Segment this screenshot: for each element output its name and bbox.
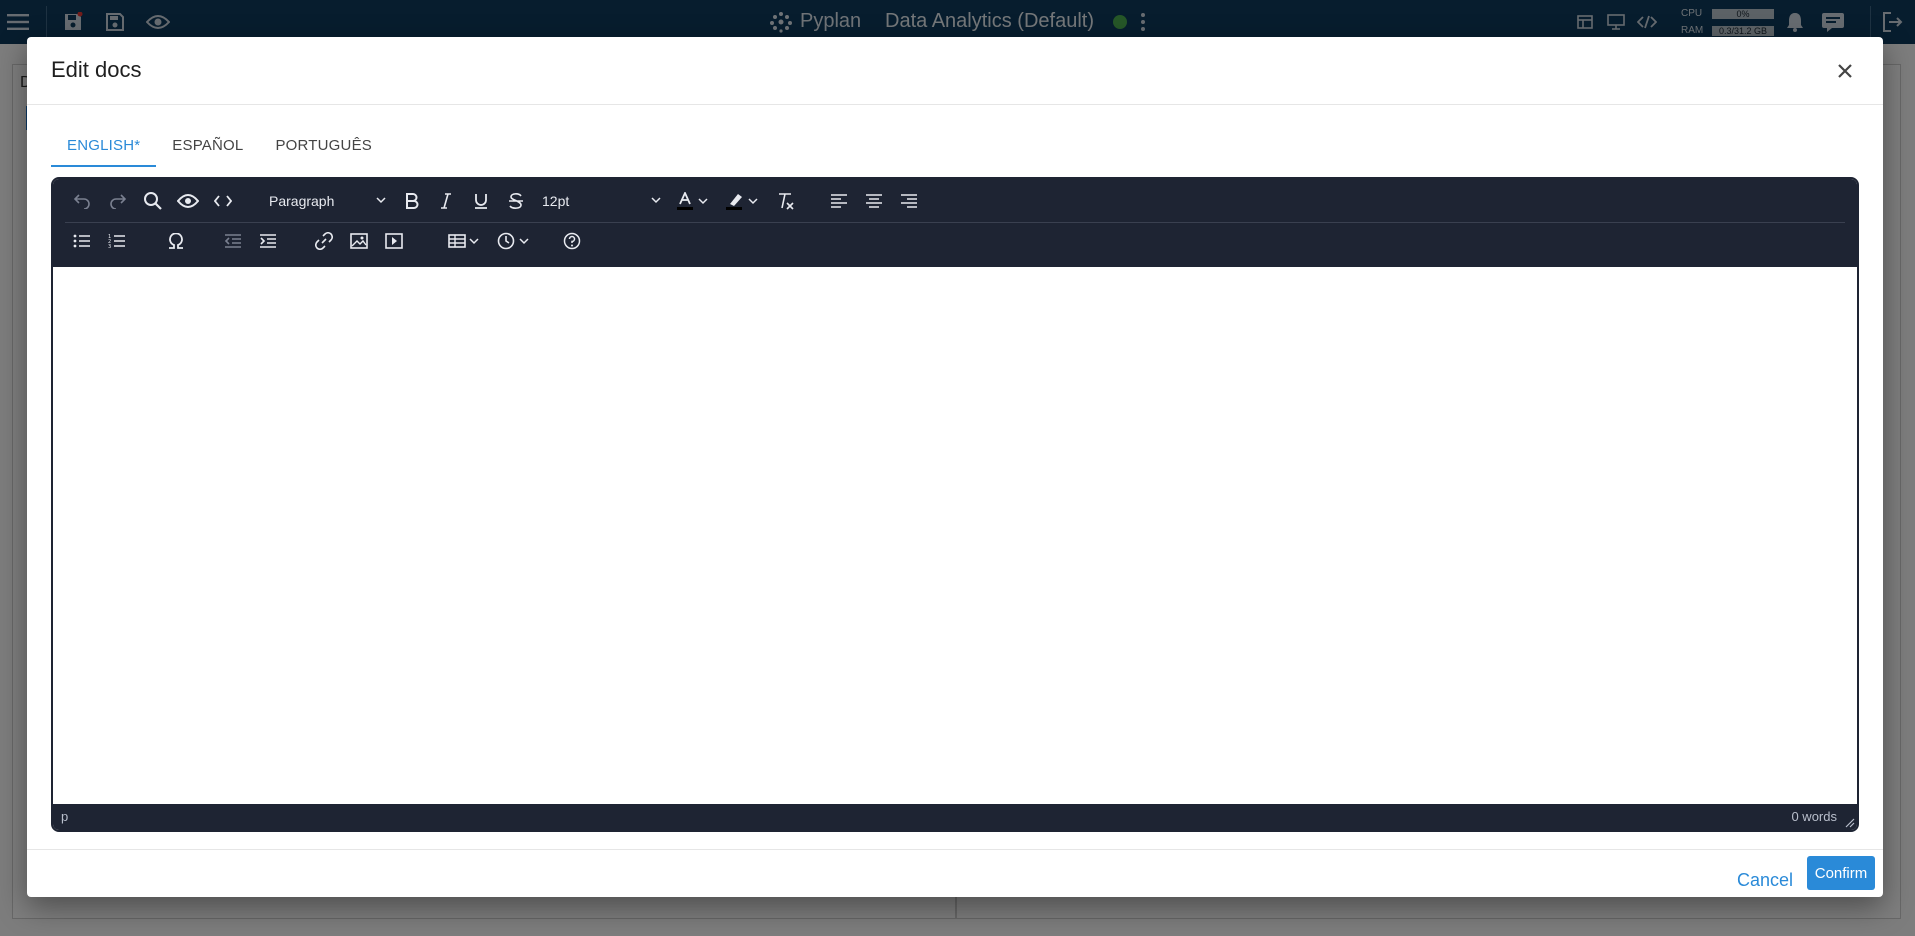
dialog-footer-divider xyxy=(27,849,1883,850)
image-icon[interactable] xyxy=(344,226,374,256)
bullet-list-icon[interactable] xyxy=(67,226,97,256)
link-icon[interactable] xyxy=(309,226,339,256)
align-left-icon[interactable] xyxy=(824,186,854,216)
chevron-down-icon xyxy=(376,197,386,204)
element-path[interactable]: p xyxy=(61,809,68,824)
dialog-title: Edit docs xyxy=(51,57,142,82)
table-chevron-icon[interactable] xyxy=(466,226,482,256)
language-tabs: ENGLISH* ESPAÑOL PORTUGUÊS xyxy=(51,124,388,167)
chevron-down-icon xyxy=(651,197,661,204)
dialog-header: Edit docs xyxy=(27,37,1883,105)
font-size-value: 12pt xyxy=(542,193,570,209)
media-icon[interactable] xyxy=(379,226,409,256)
cancel-button[interactable]: Cancel xyxy=(1727,863,1803,897)
tab-english[interactable]: ENGLISH* xyxy=(51,124,157,167)
preview-icon[interactable] xyxy=(173,186,203,216)
clear-formatting-icon[interactable] xyxy=(771,186,801,216)
tab-portugues[interactable]: PORTUGUÊS xyxy=(259,124,388,167)
undo-icon[interactable] xyxy=(67,186,97,216)
word-count[interactable]: 0 words xyxy=(1791,809,1837,824)
source-code-icon[interactable] xyxy=(208,186,238,216)
close-icon[interactable] xyxy=(1831,57,1859,85)
align-center-icon[interactable] xyxy=(859,186,889,216)
tab-espanol[interactable]: ESPAÑOL xyxy=(156,124,259,167)
strikethrough-icon[interactable] xyxy=(501,186,531,216)
outdent-icon[interactable] xyxy=(218,226,248,256)
block-format-value: Paragraph xyxy=(269,193,335,209)
align-right-icon[interactable] xyxy=(894,186,924,216)
editor-statusbar: p 0 words xyxy=(53,804,1857,830)
text-color-chevron-icon[interactable] xyxy=(695,186,711,216)
special-character-icon[interactable] xyxy=(161,226,191,256)
datetime-chevron-icon[interactable] xyxy=(516,226,532,256)
search-icon[interactable] xyxy=(138,186,168,216)
resize-handle-icon[interactable] xyxy=(1845,818,1855,828)
underline-icon[interactable] xyxy=(466,186,496,216)
highlight-chevron-icon[interactable] xyxy=(745,186,761,216)
editor-content-area[interactable] xyxy=(53,267,1857,808)
block-format-select[interactable]: Paragraph xyxy=(269,186,387,216)
svg-text:3: 3 xyxy=(108,244,111,249)
font-size-select[interactable]: 12pt xyxy=(542,186,662,216)
rich-text-editor: Paragraph 12pt 1 2 3 p 0 words xyxy=(51,177,1859,832)
redo-icon[interactable] xyxy=(103,186,133,216)
bold-icon[interactable] xyxy=(397,186,427,216)
italic-icon[interactable] xyxy=(431,186,461,216)
help-icon[interactable] xyxy=(557,226,587,256)
indent-icon[interactable] xyxy=(253,226,283,256)
editor-toolbar: Paragraph 12pt 1 2 3 xyxy=(53,179,1857,267)
numbered-list-icon[interactable]: 123 xyxy=(102,226,132,256)
edit-docs-dialog: Edit docs ENGLISH* ESPAÑOL PORTUGUÊS Par… xyxy=(27,37,1883,897)
toolbar-row-divider xyxy=(65,222,1845,223)
confirm-button[interactable]: Confirm xyxy=(1807,856,1875,890)
